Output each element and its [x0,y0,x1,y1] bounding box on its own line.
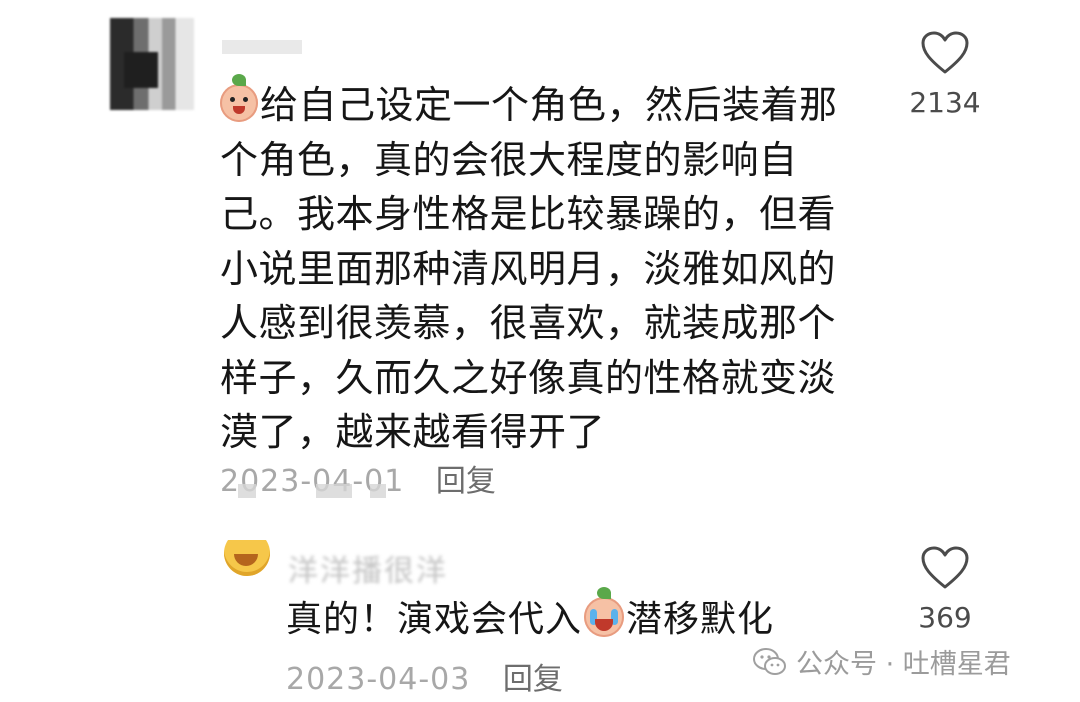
reply-button[interactable]: 回复 [436,464,496,499]
avatar-blurred[interactable] [110,18,194,110]
watermark-text: 公众号 · 吐槽星君 [796,649,1011,680]
reply-button[interactable]: 回复 [503,662,563,697]
username-blurred[interactable]: 洋洋播很洋 [288,546,448,590]
like-button[interactable]: 2134 [909,30,981,119]
username-blurred[interactable] [222,40,302,54]
comment-meta: 2023-04-03 回复 [286,654,563,698]
like-count: 2134 [909,86,981,119]
blur-mask [238,484,256,498]
comment-meta: 2023-04-01 回复 [220,456,496,500]
like-button[interactable]: 369 [918,545,972,634]
blur-mask [316,484,352,498]
comment-body-part: 真的！演戏会代入 [286,599,583,640]
like-count: 369 [918,601,972,634]
comment-text: 真的！演戏会代入 潜移默化 [286,587,775,642]
comment-text: 给自己设定一个角色，然后装着那个角色，真的会很大程度的影响自己。我本身性格是比较… [220,74,870,460]
comment-body: 给自己设定一个角色，然后装着那个角色，真的会很大程度的影响自己。我本身性格是比较… [220,83,838,454]
comment-date: 2023-04-03 [286,662,471,697]
comment-body-part: 潜移默化 [626,599,775,640]
heart-icon [921,546,969,589]
crying-peach-emoji [584,587,625,637]
peach-face-emoji [220,74,258,122]
watermark: 公众号 · 吐槽星君 [752,642,1011,681]
avatar[interactable] [222,540,272,584]
wechat-icon [753,647,786,675]
blur-mask [370,484,386,498]
heart-icon [921,31,969,74]
